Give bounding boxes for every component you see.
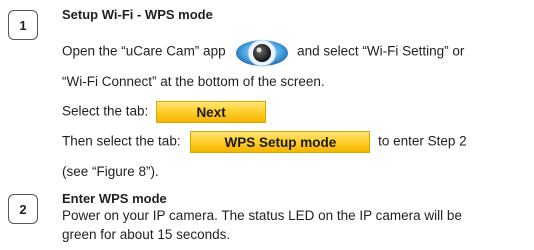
step-1-line-4: Then select the tab: WPS Setup mode to e… — [62, 131, 467, 153]
step-1-line-3: Select the tab: Next — [62, 101, 267, 123]
step-1-line-1: Open the “uCare Cam” app and select “Wi-… — [62, 37, 464, 67]
step-2-title: Enter WPS mode — [62, 191, 167, 206]
step-2-body-line-1: Power on your IP camera. The status LED … — [62, 208, 462, 223]
wps-setup-mode-tab-image: WPS Setup mode — [190, 131, 371, 153]
step-1-line-1-after: and select “Wi-Fi Setting” or — [297, 43, 465, 59]
step-1-line-4-after: to enter Step 2 — [378, 133, 467, 149]
step-1-badge: 1 — [8, 10, 38, 40]
step-2-badge: 2 — [8, 194, 38, 224]
step-1-title: Setup Wi-Fi - WPS mode — [62, 7, 213, 22]
ucare-cam-app-icon — [235, 37, 289, 67]
step-1-line-2: “Wi-Fi Connect” at the bottom of the scr… — [62, 74, 325, 89]
step-1-number: 1 — [19, 17, 27, 33]
step-1-line-5: (see “Figure 8”). — [62, 164, 159, 179]
step-1-line-1-before: Open the “uCare Cam” app — [62, 43, 226, 59]
next-tab-image: Next — [156, 101, 267, 123]
step-1-line-3-label: Select the tab: — [62, 103, 149, 119]
step-1-line-4-label: Then select the tab: — [62, 133, 181, 149]
step-2-body-line-2: green for about 15 seconds. — [62, 227, 231, 242]
step-2-number: 2 — [19, 201, 27, 217]
